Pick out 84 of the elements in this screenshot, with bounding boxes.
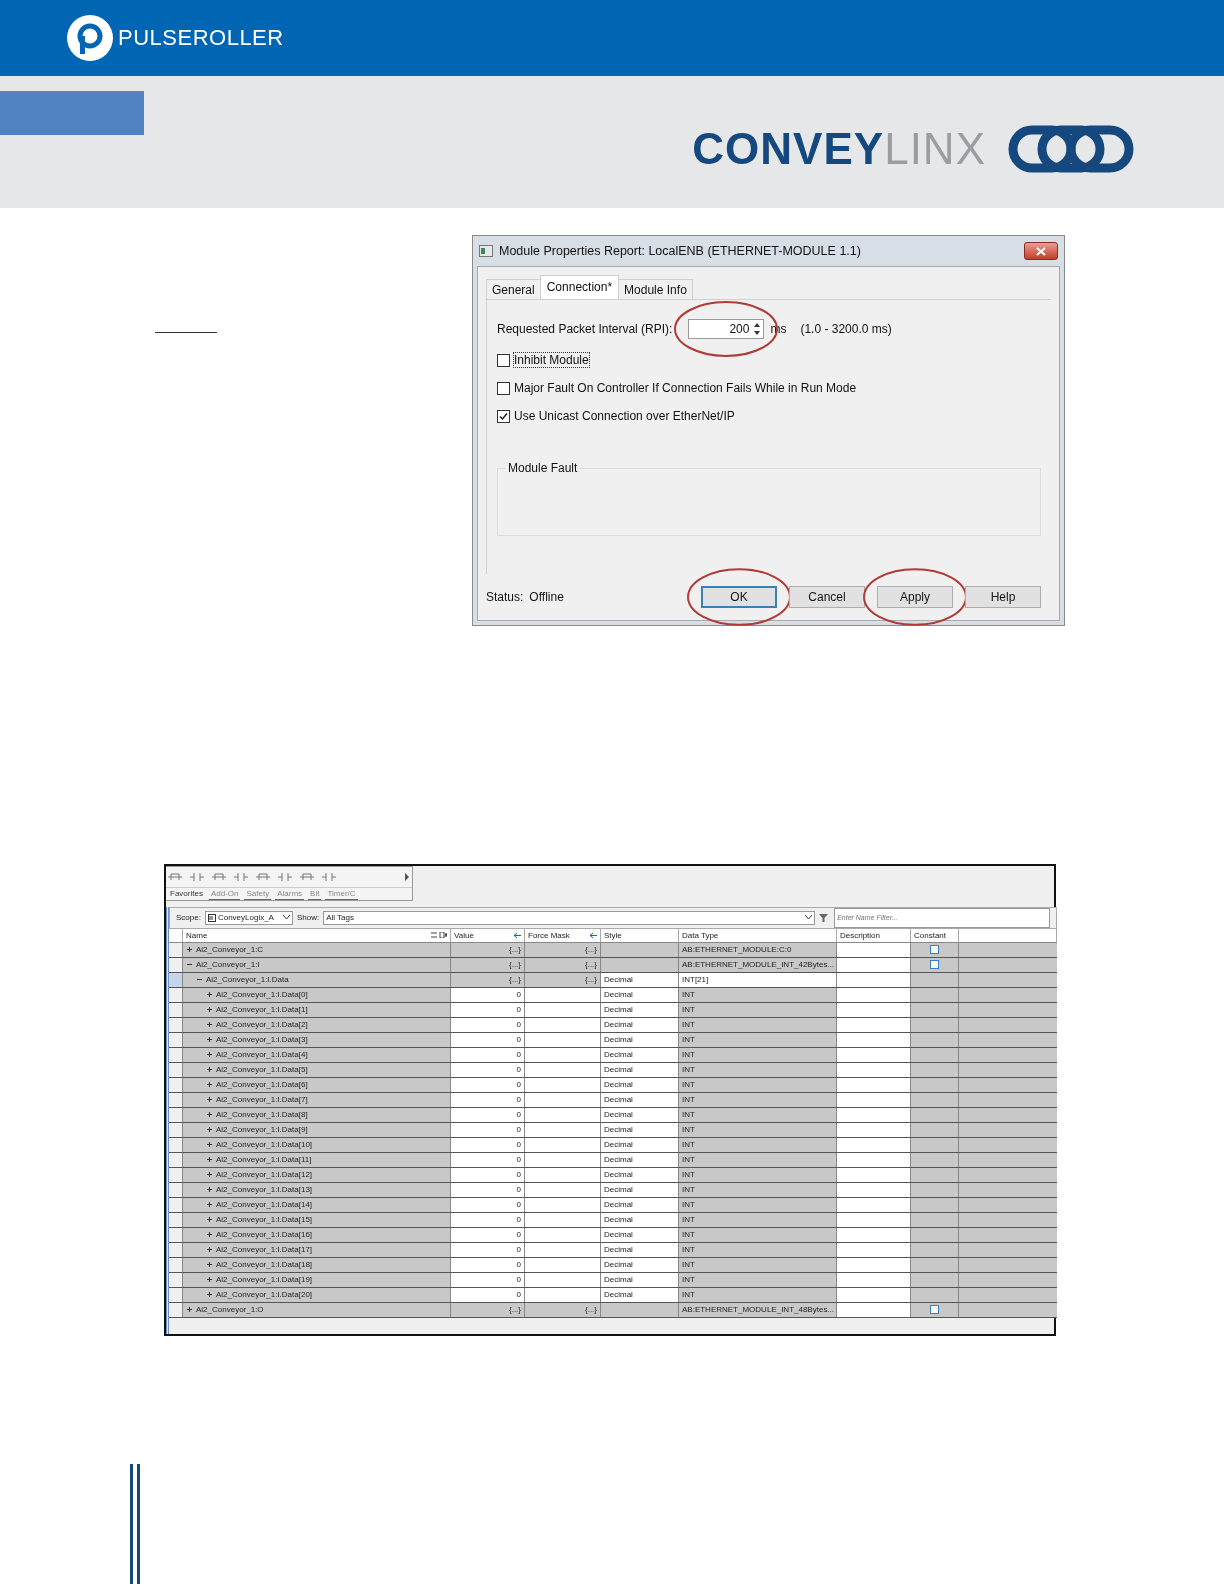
expand-icon[interactable] [206,1006,213,1014]
checkbox-label: Use Unicast Connection over EtherNet/IP [514,409,735,424]
expand-icon[interactable] [206,1126,213,1134]
arrow-left-icon[interactable] [590,932,597,938]
checkbox[interactable] [497,353,510,367]
product-logo-text: CONVEYLINX [692,123,986,174]
column-header[interactable]: Constant [911,928,959,942]
expand-icon[interactable] [206,1081,213,1089]
dialog-title: Module Properties Report: LocalENB (ETHERNET-MODULE 1.1) [499,244,861,259]
ladder-instruction-icon[interactable] [234,871,248,882]
palette-tab[interactable]: Add-On [208,887,241,900]
ladder-instruction-icon[interactable] [278,871,292,882]
rpi-field[interactable]: 200 [688,319,765,340]
checkbox[interactable] [930,945,939,955]
ladder-instruction-icon[interactable] [256,871,270,882]
expand-icon[interactable] [206,1246,213,1254]
status-label: Status: [486,589,524,604]
checkbox[interactable] [497,409,510,423]
chain-link-icon [1008,124,1134,173]
expand-icon[interactable] [206,1216,213,1224]
checkbox-label: Inhibit Module [514,353,589,368]
dialog-button[interactable]: Cancel [789,585,865,608]
checkbox[interactable] [497,381,510,395]
column-header[interactable]: Data Type [679,928,837,942]
caret-icon [805,915,813,921]
logo-icon [66,13,114,62]
palette-tab[interactable]: Safety [244,887,272,900]
show-dropdown[interactable]: All Tags [323,910,816,925]
expand-icon[interactable] [206,1186,213,1194]
expand-icon[interactable] [206,1051,213,1059]
ladder-instruction-icon[interactable] [168,871,182,882]
close-button[interactable] [1024,242,1058,261]
brand-name: PULSEROLLER [118,24,284,51]
expand-icon[interactable] [206,1021,213,1029]
ladder-instruction-icon[interactable] [300,871,314,882]
window-icon [479,245,493,258]
expand-icon[interactable] [206,1036,213,1044]
palette-tab[interactable]: Timer/C [325,887,358,900]
sort-icon[interactable] [431,932,447,939]
tab[interactable]: General [486,279,541,300]
ladder-instruction-icon[interactable] [322,871,336,882]
palette-tab[interactable]: Bit [308,887,322,900]
expand-icon[interactable] [206,1066,213,1074]
filter-icon [819,913,829,922]
expand-icon[interactable] [206,1156,213,1164]
caret-icon [282,915,290,921]
checkbox[interactable] [930,1305,939,1315]
database-icon [207,913,216,922]
expand-icon[interactable] [206,1201,213,1209]
column-header[interactable]: Style [601,928,679,942]
expand-icon[interactable] [206,1231,213,1239]
expand-icon[interactable] [206,1171,213,1179]
expand-icon[interactable] [206,1141,213,1149]
arrow-left-icon[interactable] [514,932,521,938]
expand-icon[interactable] [206,991,213,999]
dialog-button[interactable]: Apply [877,585,953,608]
status-value: Offline [529,589,564,604]
tab[interactable]: Connection* [539,275,620,300]
checkbox-label: Major Fault On Controller If Connection Fails While in Run Mode [514,381,857,396]
tab[interactable]: Module Info [618,279,693,300]
show-label: Show: [296,913,320,923]
column-header[interactable]: Value [451,928,525,942]
column-header[interactable]: Name [183,928,451,942]
dialog-button[interactable]: Help [965,585,1041,608]
scope-dropdown[interactable]: ConveyLogix_A [204,910,293,925]
expand-icon[interactable] [206,1111,213,1119]
column-header[interactable]: Force Mask [525,928,601,942]
field-label: Requested Packet Interval (RPI): [497,322,673,337]
close-icon [1036,246,1046,256]
range-hint: (1.0 - 3200.0 ms) [800,322,892,337]
scroll-right-icon[interactable] [404,872,410,881]
scope-label: Scope: [176,913,201,923]
ladder-instruction-icon[interactable] [212,871,226,882]
expand-icon[interactable] [206,1096,213,1104]
ladder-instruction-icon[interactable] [190,871,204,882]
expand-icon[interactable] [186,946,193,954]
palette-tab[interactable]: Favorites [168,887,205,900]
checkbox[interactable] [930,960,939,970]
expand-icon[interactable] [186,1306,193,1314]
expand-icon[interactable] [206,1276,213,1284]
expand-icon[interactable] [206,1261,213,1269]
expand-icon[interactable] [206,1291,213,1299]
column-header[interactable]: Description [837,928,911,942]
dialog-button[interactable]: OK [701,585,777,608]
